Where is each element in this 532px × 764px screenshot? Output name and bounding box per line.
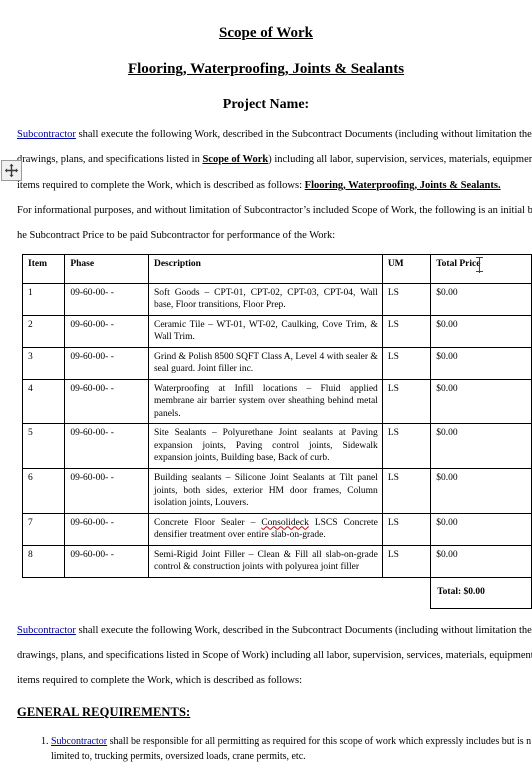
breakdown-note-line-1: For informational purposes, and without … bbox=[17, 204, 532, 216]
cell-um: LS bbox=[381, 346, 432, 380]
column-header-total-price-label: Total Price bbox=[436, 258, 481, 269]
cell-um: LS bbox=[381, 314, 432, 348]
cell-um: LS bbox=[381, 282, 432, 316]
cell-phase: 09-60-00- - bbox=[64, 544, 149, 578]
cell-description: Building sealants – Silicone Joint Seala… bbox=[147, 468, 383, 514]
list-item-text: shall be responsible for all permitting … bbox=[107, 735, 532, 747]
total-spacer-um bbox=[382, 577, 430, 608]
table-header-row: Item Phase Description UM Total Price bbox=[21, 253, 532, 284]
cell-phase: 09-60-00- - bbox=[64, 282, 149, 316]
cell-phase: 09-60-00- - bbox=[64, 346, 149, 380]
cell-um: LS bbox=[381, 468, 432, 514]
scope-of-work-table: Item Phase Description UM Total Price 1 … bbox=[21, 253, 532, 609]
scope-of-work-ref: Scope of Work bbox=[202, 154, 269, 166]
cell-price: $0.00 bbox=[430, 378, 532, 425]
document-subtitle: Flooring, Waterproofing, Joints & Sealan… bbox=[127, 60, 405, 77]
document-body: Scope of Work Flooring, Waterproofing, J… bbox=[0, 0, 532, 764]
total-spacer-phase bbox=[65, 577, 149, 608]
column-header-item: Item bbox=[21, 253, 66, 284]
breakdown-note-line-2: he Subcontract Price to be paid Subcontr… bbox=[17, 230, 336, 242]
scope-description-ref: Flooring, Waterproofing, Joints & Sealan… bbox=[304, 179, 501, 191]
cell-item: 5 bbox=[21, 423, 66, 470]
cell-um: LS bbox=[381, 423, 432, 470]
cell-item: 4 bbox=[21, 378, 66, 425]
table-row[interactable]: 8 09-60-00- - Semi-Rigid Joint Filler – … bbox=[21, 544, 532, 578]
intro-line-2: drawings, plans, and specifications list… bbox=[17, 152, 532, 167]
cell-item: 1 bbox=[21, 282, 66, 316]
cell-phase: 09-60-00- - bbox=[64, 314, 149, 348]
outro-line-3: items required to complete the Work, whi… bbox=[17, 675, 303, 687]
move-cross-icon bbox=[4, 163, 19, 178]
intro-line-1: Subcontractor shall execute the followin… bbox=[17, 127, 532, 142]
table-row[interactable]: 5 09-60-00- - Site Sealants – Polyuretha… bbox=[21, 423, 532, 470]
subcontractor-link-2[interactable]: Subcontractor bbox=[17, 625, 76, 636]
document-page: Scope of Work Flooring, Waterproofing, J… bbox=[0, 0, 532, 764]
cell-price: $0.00 bbox=[430, 512, 532, 546]
cell-description: Ceramic Tile – WT-01, WT-02, Caulking, C… bbox=[147, 314, 383, 348]
cell-price: $0.00 bbox=[430, 544, 532, 578]
cell-item: 7 bbox=[21, 512, 66, 546]
intro-line-1-text: shall execute the following Work, descri… bbox=[75, 129, 532, 140]
list-item: Subcontractor shall be responsible for a… bbox=[51, 734, 532, 764]
general-requirements-list: Subcontractor shall be responsible for a… bbox=[17, 734, 532, 764]
cell-price: $0.00 bbox=[430, 423, 532, 470]
cell-um: LS bbox=[381, 512, 432, 546]
total-spacer-description bbox=[148, 577, 382, 608]
table-move-handle[interactable] bbox=[1, 160, 22, 181]
cell-um: LS bbox=[381, 378, 432, 425]
table-row[interactable]: 1 09-60-00- - Soft Goods – CPT-01, CPT-0… bbox=[21, 282, 532, 316]
description-pre: Concrete Floor Sealer – bbox=[153, 517, 262, 528]
outro-line-1: Subcontractor shall execute the followin… bbox=[17, 623, 532, 638]
cell-um: LS bbox=[381, 544, 432, 578]
column-header-um: UM bbox=[381, 253, 432, 284]
cell-item: 2 bbox=[21, 314, 66, 348]
cell-price: $0.00 bbox=[430, 282, 532, 316]
cell-description: Semi-Rigid Joint Filler – Clean & Fill a… bbox=[147, 544, 383, 578]
cell-item: 8 bbox=[21, 544, 66, 578]
cell-phase: 09-60-00- - bbox=[64, 423, 149, 470]
cell-phase: 09-60-00- - bbox=[64, 512, 149, 546]
intro-paragraph: Subcontractor shall execute the followin… bbox=[17, 127, 532, 193]
cell-phase: 09-60-00- - bbox=[64, 468, 149, 514]
project-name-label: Project Name: bbox=[222, 96, 310, 112]
cell-description: Grind & Polish 8500 SQFT Class A, Level … bbox=[147, 346, 383, 380]
misspelled-word: Consolideck bbox=[261, 517, 309, 528]
subcontractor-link-1[interactable]: Subcontractor bbox=[17, 129, 76, 140]
cell-item: 3 bbox=[21, 346, 66, 380]
intro-line-3-pre: items required to complete the Work, whi… bbox=[17, 179, 305, 191]
title-block: Scope of Work Flooring, Waterproofing, J… bbox=[17, 24, 515, 113]
table-row[interactable]: 4 09-60-00- - Waterproofing at Infill lo… bbox=[21, 378, 532, 425]
total-amount: Total: $0.00 bbox=[430, 576, 532, 609]
intro-line-2-pre: drawings, plans, and specifications list… bbox=[17, 154, 203, 166]
cell-item: 6 bbox=[21, 468, 66, 514]
list-item-text-line-2: limited to, trucking permits, oversized … bbox=[51, 750, 306, 762]
breakdown-note-paragraph: For informational purposes, and without … bbox=[17, 203, 532, 244]
cell-description: Concrete Floor Sealer – Consolideck LSCS… bbox=[147, 512, 383, 546]
table-row[interactable]: 7 09-60-00- - Concrete Floor Sealer – Co… bbox=[21, 512, 532, 546]
cell-price: $0.00 bbox=[430, 468, 532, 514]
total-spacer-item bbox=[23, 577, 65, 608]
cell-description: Soft Goods – CPT-01, CPT-02, CPT-03, CPT… bbox=[147, 282, 383, 316]
page-title: Scope of Work bbox=[219, 25, 313, 41]
cell-description: Site Sealants – Polyurethane Joint seala… bbox=[147, 423, 383, 470]
table-total-row: Total: $0.00 bbox=[23, 576, 532, 609]
table-row[interactable]: 6 09-60-00- - Building sealants – Silico… bbox=[21, 468, 532, 514]
cell-phase: 09-60-00- - bbox=[64, 378, 149, 425]
column-header-total-price: Total Price bbox=[430, 253, 532, 284]
table-row[interactable]: 3 09-60-00- - Grind & Polish 8500 SQFT C… bbox=[21, 346, 532, 380]
intro-line-3: items required to complete the Work, whi… bbox=[17, 178, 532, 193]
intro-line-2-post: ) including all labor, supervision, serv… bbox=[268, 154, 532, 166]
table-row[interactable]: 2 09-60-00- - Ceramic Tile – WT-01, WT-0… bbox=[21, 314, 532, 348]
column-header-phase: Phase bbox=[64, 253, 149, 284]
cell-price: $0.00 bbox=[430, 346, 532, 380]
cell-price: $0.00 bbox=[430, 314, 532, 348]
cell-description: Waterproofing at Infill locations – Flui… bbox=[147, 378, 383, 425]
table-body: 1 09-60-00- - Soft Goods – CPT-01, CPT-0… bbox=[21, 282, 532, 609]
general-requirements-heading: GENERAL REQUIREMENTS: bbox=[17, 704, 191, 719]
outro-line-1-text: shall execute the following Work, descri… bbox=[75, 624, 532, 636]
outro-line-2: drawings, plans, and specifications list… bbox=[17, 650, 532, 662]
subcontractor-link-3[interactable]: Subcontractor bbox=[51, 736, 107, 747]
outro-paragraph: Subcontractor shall execute the followin… bbox=[17, 623, 532, 689]
column-header-description: Description bbox=[147, 253, 383, 284]
